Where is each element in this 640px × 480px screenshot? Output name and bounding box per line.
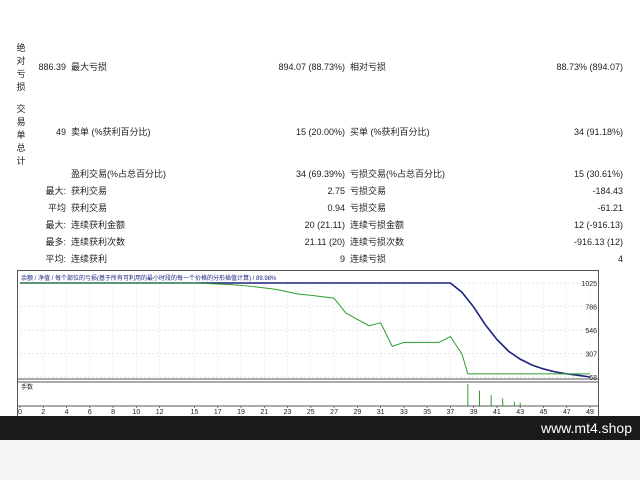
x-tick-label: 37 <box>447 409 455 416</box>
x-tick-label: 2 <box>41 409 45 416</box>
y-tick-label: 786 <box>585 304 597 311</box>
balance-chart: 余额 / 净值 / 每个部位的亏损(基于所有可利用的最小时段的每一个价格的分形插… <box>17 270 599 417</box>
bottom-area <box>0 440 640 480</box>
loss-trades-value: 15 (30.61%) <box>573 169 623 179</box>
absolute-drawdown-label: 绝对亏损 <box>16 43 26 92</box>
x-tick-label: 29 <box>353 409 361 416</box>
stat-row-4-left-label: 连续获利 <box>71 254 108 264</box>
relative-drawdown-label: 相对亏损 <box>350 62 387 72</box>
long-positions-label: 买单 (%获利百分比) <box>350 127 430 137</box>
y-tick-label: 307 <box>585 352 597 359</box>
x-tick-label: 43 <box>516 409 524 416</box>
volume-label: 手数 <box>21 383 33 391</box>
x-tick-label: 15 <box>191 409 199 416</box>
stat-row-1-prefix: 平均 <box>47 203 66 213</box>
max-drawdown-label: 最大亏损 <box>71 62 108 72</box>
long-positions-value: 34 (91.18%) <box>573 127 623 137</box>
x-tick-label: 21 <box>260 409 268 416</box>
x-tick-label: 4 <box>65 409 69 416</box>
balance-chart-svg: 余额 / 净值 / 每个部位的亏损(基于所有可利用的最小时段的每一个价格的分形插… <box>18 274 598 416</box>
max-drawdown-value: 894.07 (88.73%) <box>278 62 345 72</box>
x-tick-label: 35 <box>423 409 431 416</box>
x-tick-label: 6 <box>88 409 92 416</box>
watermark-text: www.mt4.shop <box>540 420 632 436</box>
stat-row-1-left-label: 获利交易 <box>71 203 108 213</box>
x-tick-label: 47 <box>563 409 571 416</box>
y-tick-label: 1025 <box>581 281 597 288</box>
x-tick-label: 39 <box>470 409 478 416</box>
short-positions-label: 卖单 (%获利百分比) <box>71 127 151 137</box>
stat-row-4-right-value: 4 <box>617 254 623 264</box>
x-tick-label: 31 <box>377 409 385 416</box>
stat-row-0-prefix: 最大: <box>45 186 66 196</box>
stat-row-4-right-label: 连续亏损 <box>350 254 387 264</box>
stat-row-3-left-value: 21.11 (20) <box>304 237 345 247</box>
stat-row-3-right-label: 连续亏损次数 <box>350 237 405 247</box>
total-trades-value: 49 <box>55 127 66 137</box>
stat-row-3-left-label: 连续获利次数 <box>71 237 126 247</box>
stat-row-0-left-value: 2.75 <box>327 186 345 196</box>
stat-row-0-right-value: -184.43 <box>592 186 623 196</box>
x-tick-label: 33 <box>400 409 408 416</box>
relative-drawdown-value: 88.73% (894.07) <box>556 62 623 72</box>
x-tick-label: 25 <box>307 409 315 416</box>
stat-row-1-right-value: -61.21 <box>597 203 623 213</box>
x-tick-label: 27 <box>330 409 338 416</box>
y-tick-label: 546 <box>585 328 597 335</box>
x-tick-label: 0 <box>18 409 22 416</box>
short-positions-value: 15 (20.00%) <box>295 127 345 137</box>
loss-trades-label: 亏损交易(%占总百分比) <box>350 169 445 179</box>
stat-row-1-left-value: 0.94 <box>327 203 345 213</box>
chart-legend: 余额 / 净值 / 每个部位的亏损(基于所有可利用的最小时段的每一个价格的分形插… <box>21 274 277 282</box>
x-tick-label: 41 <box>493 409 501 416</box>
x-tick-label: 12 <box>156 409 164 416</box>
stat-row-2-left-label: 连续获利金额 <box>71 220 126 230</box>
stat-row-3-prefix: 最多: <box>45 237 66 247</box>
profit-trades-label: 盈利交易(%占总百分比) <box>71 169 166 179</box>
stat-row-1-right-label: 亏损交易 <box>350 203 387 213</box>
stat-row-0-right-label: 亏损交易 <box>350 186 387 196</box>
total-trades-label: 交易单总计 <box>16 104 26 166</box>
x-tick-label: 19 <box>237 409 245 416</box>
stat-row-4-left-value: 9 <box>339 254 345 264</box>
footer-bar: www.mt4.shop <box>0 416 640 440</box>
x-tick-label: 10 <box>132 409 140 416</box>
x-tick-label: 45 <box>540 409 548 416</box>
stat-row-2-right-value: 12 (-916.13) <box>573 220 623 230</box>
stat-row-2-prefix: 最大: <box>45 220 66 230</box>
profit-trades-value: 34 (69.39%) <box>295 169 345 179</box>
absolute-drawdown-value: 886.39 <box>38 62 66 72</box>
stat-row-3-right-value: -916.13 (12) <box>573 237 623 247</box>
x-tick-label: 49 <box>586 409 594 416</box>
x-tick-label: 23 <box>284 409 292 416</box>
x-tick-label: 8 <box>111 409 115 416</box>
stat-row-4-prefix: 平均: <box>45 254 66 264</box>
equity-line <box>20 282 590 375</box>
stat-row-2-right-label: 连续亏损金额 <box>350 220 405 230</box>
stat-row-0-left-label: 获利交易 <box>71 186 108 196</box>
x-tick-label: 17 <box>214 409 222 416</box>
stat-row-2-left-value: 20 (21.11) <box>304 220 345 230</box>
